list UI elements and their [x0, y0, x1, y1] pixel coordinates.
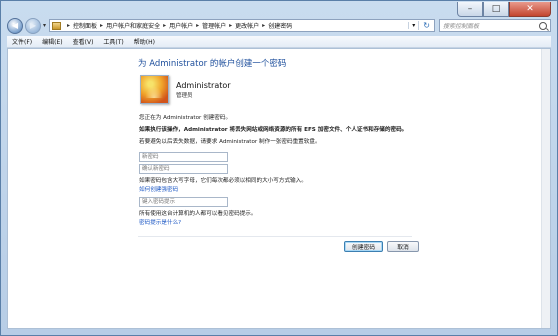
- navigation-bar: ◀ ▶ ▾ ▸ 控制面板 ▸ 用户帐户和家庭安全 ▸ 用户帐户 ▸ 管理帐户 ▸…: [7, 17, 551, 34]
- vertical-scrollbar[interactable]: [541, 49, 550, 328]
- search-placeholder: 搜索控制面板: [443, 23, 480, 30]
- password-hint-help-link[interactable]: 密码提示是什么?: [139, 218, 181, 226]
- breadcrumb-control-panel[interactable]: 控制面板: [73, 21, 97, 30]
- window-controls: – □ ✕: [457, 2, 551, 17]
- page-title: 为 Administrator 的帐户创建一个密码: [138, 59, 287, 69]
- user-name: Administrator: [176, 81, 231, 90]
- maximize-button[interactable]: □: [483, 2, 509, 17]
- user-avatar: [140, 75, 169, 104]
- breadcrumb-separator[interactable]: ▸: [262, 22, 265, 29]
- menu-edit[interactable]: 编辑(E): [37, 37, 67, 46]
- content-pane: 为 Administrator 的帐户创建一个密码 Administrator …: [7, 48, 551, 329]
- breadcrumb-separator[interactable]: ▸: [163, 22, 166, 29]
- control-panel-window: – □ ✕ ◀ ▶ ▾ ▸ 控制面板 ▸ 用户帐户和家庭安全 ▸ 用户帐户 ▸ …: [0, 0, 558, 336]
- new-password-field[interactable]: [139, 152, 228, 162]
- close-button[interactable]: ✕: [509, 2, 551, 17]
- warning-efs-loss: 如果执行该操作，Administrator 将丢失网站或网络资源的所有 EFS …: [139, 127, 408, 133]
- breadcrumb-separator[interactable]: ▸: [196, 22, 199, 29]
- search-icon[interactable]: [539, 21, 547, 30]
- info-reset-disk: 若要避免以后丢失数据，请要求 Administrator 制作一张密码重置软盘。: [139, 139, 321, 145]
- confirm-password-field[interactable]: [139, 164, 228, 174]
- breadcrumb-create-password[interactable]: 创建密码: [268, 21, 292, 30]
- minimize-button[interactable]: –: [457, 2, 483, 17]
- address-dropdown[interactable]: ▾: [408, 22, 418, 29]
- recent-pages-dropdown[interactable]: ▾: [43, 22, 46, 29]
- user-role: 管理员: [176, 93, 193, 99]
- address-tail: ▾ ↻: [408, 21, 434, 30]
- breadcrumb-user-accounts[interactable]: 用户帐户: [169, 21, 193, 30]
- cancel-button[interactable]: 取消: [387, 241, 419, 252]
- breadcrumb-separator[interactable]: ▸: [67, 22, 70, 29]
- menu-help[interactable]: 帮助(H): [129, 37, 160, 46]
- breadcrumb-manage-accounts[interactable]: 管理帐户: [202, 21, 226, 30]
- back-button[interactable]: ◀: [7, 17, 23, 34]
- divider: [138, 236, 412, 237]
- password-hint-field[interactable]: [139, 197, 228, 207]
- breadcrumb-change-account[interactable]: 更改帐户: [235, 21, 259, 30]
- control-panel-icon: [52, 21, 62, 30]
- breadcrumb-user-accounts-family[interactable]: 用户帐户和家庭安全: [106, 21, 160, 30]
- info-creating-password: 您正在为 Administrator 创建密码。: [139, 115, 232, 121]
- breadcrumb-separator[interactable]: ▸: [100, 22, 103, 29]
- menu-tools[interactable]: 工具(T): [98, 37, 128, 46]
- menu-file[interactable]: 文件(F): [7, 37, 37, 46]
- menu-bar: 文件(F) 编辑(E) 查看(V) 工具(T) 帮助(H): [7, 36, 551, 48]
- strong-password-link[interactable]: 如何创建强密码: [139, 185, 178, 193]
- refresh-icon[interactable]: ↻: [418, 21, 434, 30]
- create-password-button[interactable]: 创建密码: [344, 241, 383, 252]
- search-box[interactable]: 搜索控制面板: [439, 19, 551, 32]
- address-bar[interactable]: ▸ 控制面板 ▸ 用户帐户和家庭安全 ▸ 用户帐户 ▸ 管理帐户 ▸ 更改帐户 …: [49, 19, 435, 32]
- case-sensitivity-hint: 如果密码包含大写字母，它们每次都必须以相同的大小写方式输入。: [139, 178, 307, 184]
- forward-button[interactable]: ▶: [25, 17, 41, 34]
- hint-visibility-note: 所有使用这台计算机的人都可以看见密码提示。: [139, 211, 257, 217]
- breadcrumb-separator[interactable]: ▸: [229, 22, 232, 29]
- menu-view[interactable]: 查看(V): [68, 37, 99, 46]
